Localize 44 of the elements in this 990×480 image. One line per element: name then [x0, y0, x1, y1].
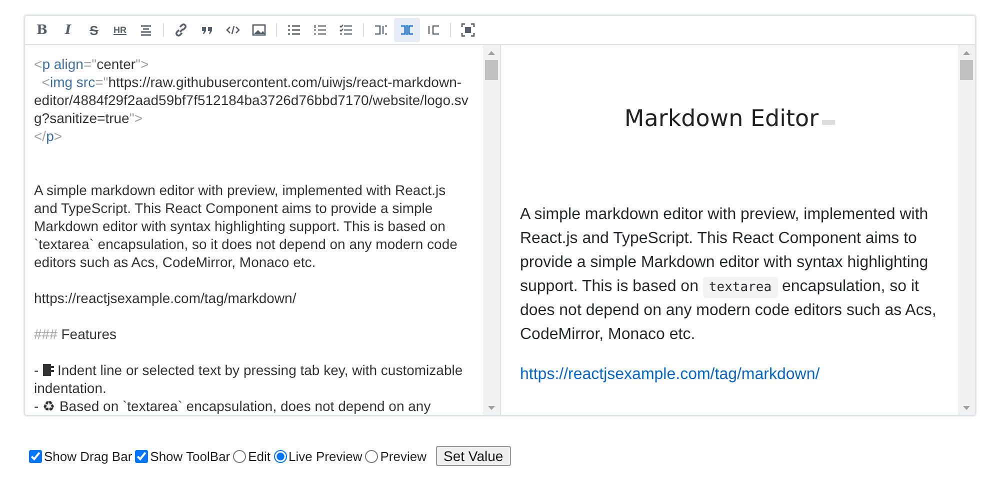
- option-label[interactable]: Show Drag Bar: [44, 448, 132, 464]
- checkbox[interactable]: [135, 450, 148, 462]
- editor-line: ### Features: [34, 325, 118, 343]
- split-view-icon[interactable]: [400, 23, 414, 37]
- heading-icon[interactable]: [139, 23, 153, 37]
- editor-line: - Indent line or selected text by pressing tab key, with customizable indentation.: [34, 361, 464, 397]
- split-right-icon[interactable]: [426, 23, 440, 37]
- option-label[interactable]: Live Preview: [288, 448, 362, 464]
- horizontal-rule-button[interactable]: HR: [107, 18, 133, 42]
- task-list-icon[interactable]: [339, 23, 353, 37]
- editor-line: https://reactjsexample.com/tag/markdown/: [34, 289, 298, 307]
- numbered-list-icon[interactable]: [313, 23, 327, 37]
- checkbox[interactable]: [29, 450, 42, 462]
- editor-line: <img src="https://raw.githubusercontent.com/uiwjs/react-markdown-editor/4884f29f2aad59bf7f512184ba3726d76bbd7170/website/logo.svg?sanitize=true">: [34, 73, 470, 127]
- radio-button[interactable]: [274, 450, 287, 462]
- logo-title: Markdown Editor: [624, 105, 819, 133]
- code-icon[interactable]: [226, 23, 240, 37]
- live-preview-button[interactable]: [394, 18, 420, 42]
- badge-icon: [822, 120, 835, 125]
- editor-line: <p align="center">: [34, 55, 150, 73]
- image-icon[interactable]: [252, 23, 266, 37]
- editor-line: A simple markdown editor with preview, implemented with React.js and TypeScript. This React Component aims to provide a simple Markdown editor with syntax highlighting support. This is based on `textarea` encapsulation, so it does not depend on any modern code editors such as Acs, CodeMirror, Monaco etc.: [34, 181, 458, 271]
- editor-line: </p>: [34, 127, 64, 145]
- radio-button[interactable]: [233, 450, 246, 462]
- split-left-icon[interactable]: [374, 23, 388, 37]
- radio-button[interactable]: [365, 450, 378, 462]
- strikethrough-button[interactable]: S: [81, 18, 107, 42]
- option-label[interactable]: Preview: [380, 448, 426, 464]
- scrollbar-thumb[interactable]: [960, 60, 973, 80]
- notebook-icon: [42, 364, 54, 376]
- editor-line: - ♻ Based on `textarea` encapsulation, does not depend on any: [34, 397, 432, 415]
- preview-link[interactable]: https://reactjsexample.com/tag/markdown/: [520, 366, 820, 383]
- link-icon[interactable]: [174, 23, 188, 37]
- option-label[interactable]: Edit: [248, 448, 271, 464]
- option-label[interactable]: Show ToolBar: [150, 448, 230, 464]
- bulleted-list-icon[interactable]: [287, 23, 301, 37]
- preview-paragraph: A simple markdown editor with preview, implemented with React.js and TypeScript. This React Component aims to provide a simple Markdown editor with syntax highlighting support. This is based on textarea encapsulation, so it does not depend on any modern code editors such as Acs, CodeMirror, Monaco etc.: [520, 205, 938, 345]
- set-value-button[interactable]: Set Value: [436, 446, 512, 466]
- scrollbar[interactable]: [483, 45, 500, 415]
- scrollbar-thumb[interactable]: [485, 60, 498, 80]
- scrollbar[interactable]: [958, 45, 975, 415]
- italic-button[interactable]: I: [55, 18, 81, 42]
- bold-button[interactable]: B: [29, 18, 55, 42]
- fullscreen-icon[interactable]: [461, 23, 475, 37]
